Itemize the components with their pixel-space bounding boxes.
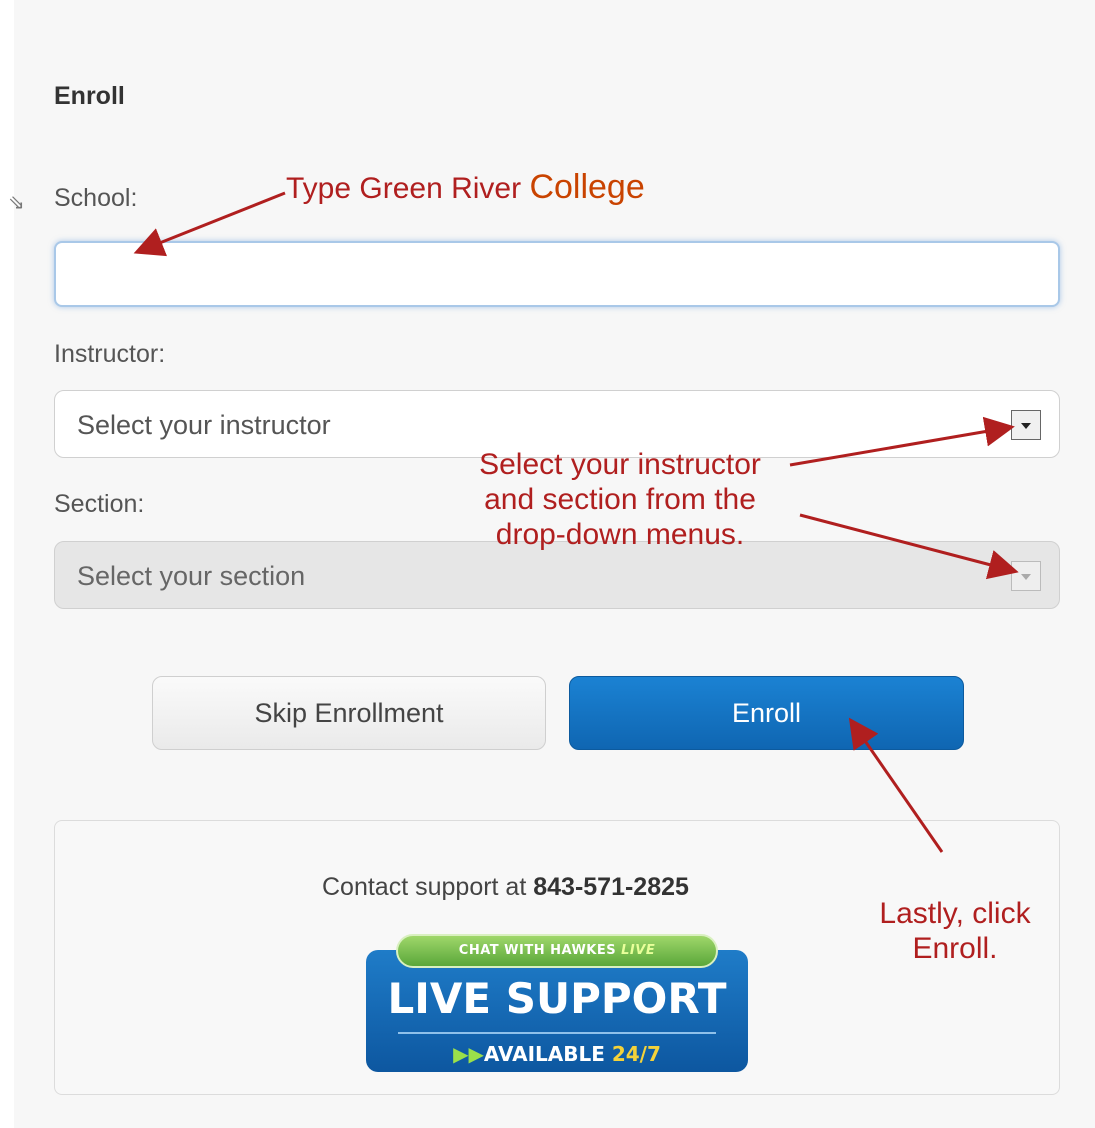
availability-hours: 24/7 (611, 1042, 661, 1066)
support-prefix: Contact support at (322, 873, 534, 901)
annotation-school-text: Type Green River (286, 172, 530, 205)
school-label: School: (54, 184, 138, 212)
chat-with-hawkes-pill: CHAT WITH HAWKES LIVE (396, 934, 718, 968)
annotation-enroll: Lastly, click Enroll. (860, 896, 1050, 966)
skip-enrollment-button[interactable]: Skip Enrollment (152, 676, 546, 750)
section-label: Section: (54, 490, 145, 518)
live-support-body: LIVE SUPPORT ▶▶AVAILABLE 24/7 (366, 950, 748, 1072)
enroll-button[interactable]: Enroll (569, 676, 964, 750)
support-phone: 843-571-2825 (533, 873, 689, 901)
play-arrows-icon: ▶▶ (453, 1042, 484, 1066)
annotation-dropdowns: Select your instructor and section from … (440, 447, 800, 552)
annotation-school-college: College (529, 168, 645, 206)
availability-text: AVAILABLE (483, 1042, 612, 1066)
mouse-cursor-icon: ⇘ (8, 190, 25, 214)
chevron-down-icon[interactable] (1011, 410, 1041, 440)
page-title: Enroll (54, 82, 125, 110)
chat-pill-text: CHAT WITH HAWKES (458, 943, 622, 958)
live-support-title: LIVE SUPPORT (387, 974, 727, 1023)
annotation-enroll-line: Enroll. (912, 932, 998, 965)
live-support-divider (398, 1032, 716, 1034)
live-support-badge[interactable]: LIVE SUPPORT ▶▶AVAILABLE 24/7 CHAT WITH … (366, 934, 748, 1072)
school-input[interactable] (54, 241, 1060, 307)
annotation-dropdowns-line: drop-down menus. (495, 518, 745, 551)
annotation-school: Type Green River College (286, 170, 645, 206)
section-select-value: Select your section (77, 561, 306, 591)
annotation-dropdowns-line: Select your instructor (479, 448, 761, 481)
support-contact: Contact support at 843-571-2825 (322, 873, 689, 902)
annotation-enroll-line: Lastly, click (879, 897, 1031, 930)
instructor-label: Instructor: (54, 340, 166, 368)
chat-pill-live: LIVE (621, 943, 656, 958)
chevron-down-icon[interactable] (1011, 561, 1041, 591)
live-support-availability: ▶▶AVAILABLE 24/7 (366, 1042, 748, 1066)
instructor-select-value: Select your instructor (77, 410, 331, 440)
annotation-dropdowns-line: and section from the (484, 483, 756, 516)
